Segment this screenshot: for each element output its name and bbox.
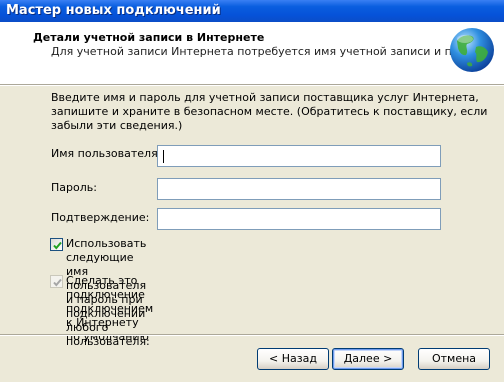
password-label: Пароль: [51, 181, 97, 194]
wizard-header: Детали учетной записи в Интернете Для уч… [0, 22, 504, 84]
intro-text: Введите имя и пароль для учетной записи … [51, 91, 488, 132]
header-title: Детали учетной записи в Интернете [33, 31, 265, 44]
back-button[interactable]: < Назад [257, 348, 329, 370]
password-input[interactable] [157, 178, 441, 200]
check-mark-icon [53, 241, 62, 250]
text-caret [163, 150, 164, 163]
confirm-password-input[interactable] [157, 208, 441, 230]
globe-icon [450, 28, 494, 72]
check-mark-icon [53, 278, 62, 287]
username-label: Имя пользователя: [51, 147, 162, 160]
footer-divider [0, 334, 504, 336]
next-button[interactable]: Далее > [332, 348, 404, 370]
cancel-button[interactable]: Отмена [418, 348, 490, 370]
confirm-label: Подтверждение: [51, 211, 150, 224]
header-subtitle: Для учетной записи Интернета потребуется… [51, 45, 490, 58]
header-divider [0, 84, 504, 86]
window-title: Мастер новых подключений [0, 0, 504, 22]
checkbox-box[interactable] [50, 238, 63, 251]
checkbox-box[interactable] [50, 275, 63, 288]
username-input[interactable] [157, 145, 441, 167]
